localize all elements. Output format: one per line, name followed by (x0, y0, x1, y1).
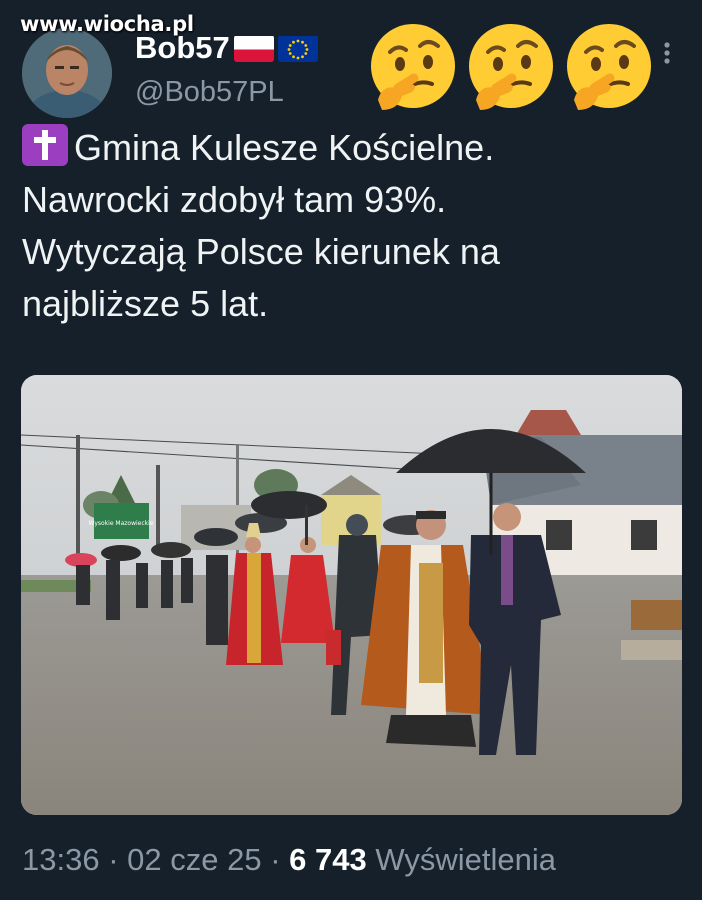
views-count: 6 743 (289, 842, 367, 877)
tweet-meta: 13:36 · 02 cze 25 · 6 743 Wyświetlenia (22, 842, 556, 878)
tweet-text: Gmina Kulesze Kościelne. Nawrocki zdobył… (22, 122, 682, 330)
thinking-face-icon (567, 24, 651, 110)
tweet-photo[interactable]: Wysokie Mazowieckie (21, 375, 682, 815)
more-options-icon[interactable] (660, 40, 674, 70)
header-emojis (368, 22, 652, 114)
tweet-time[interactable]: 13:36 (22, 842, 100, 877)
procession-photo: Wysokie Mazowieckie (21, 375, 682, 815)
tweet-line-1: Gmina Kulesze Kościelne. (22, 122, 682, 174)
tweet-line-3: Wytyczają Polsce kierunek na (22, 231, 500, 272)
tweet-date[interactable]: 02 cze 25 (127, 842, 261, 877)
road-sign-text: Wysokie Mazowieckie (89, 520, 154, 527)
tweet-line-2: Nawrocki zdobył tam 93%. (22, 179, 447, 220)
meta-separator: · (270, 842, 281, 877)
tweet-line-4: najbliższe 5 lat. (22, 283, 269, 324)
latin-cross-icon (22, 124, 68, 166)
views-label[interactable]: Wyświetlenia (375, 842, 556, 877)
poland-flag-icon (233, 35, 274, 62)
author-handle[interactable]: @Bob57PL (135, 76, 284, 109)
meta-separator: · (108, 842, 119, 877)
thinking-face-icon (469, 24, 553, 110)
eu-flag-icon (277, 35, 318, 62)
site-watermark: www.wiocha.pl (20, 12, 194, 36)
thinking-face-icon (371, 24, 455, 110)
tweet-line-text: Gmina Kulesze Kościelne. (74, 127, 495, 168)
avatar-image (22, 28, 112, 118)
avatar[interactable] (22, 28, 112, 118)
